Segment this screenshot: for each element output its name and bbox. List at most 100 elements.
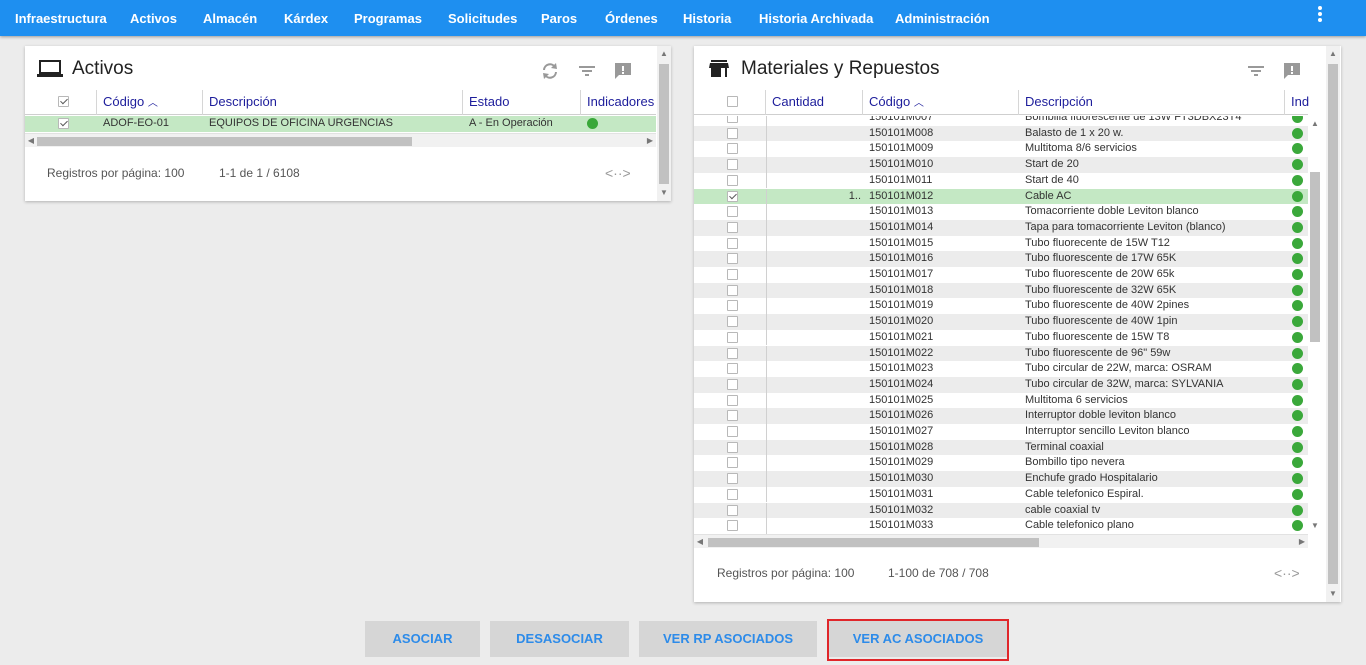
row-checkbox[interactable] [727, 394, 738, 406]
row-checkbox[interactable] [727, 410, 738, 422]
cell-cantidad[interactable] [766, 393, 863, 409]
cell-cantidad[interactable] [766, 330, 863, 346]
table-row[interactable]: 150101M009 Multitoma 8/6 servicios [694, 141, 1308, 158]
cell-cantidad[interactable] [766, 346, 863, 362]
cell-cantidad[interactable] [766, 503, 863, 519]
activos-horizontal-scrollbar[interactable]: ◀ ▶ [25, 133, 656, 147]
row-checkbox[interactable] [727, 520, 738, 532]
feedback-icon[interactable] [612, 60, 634, 82]
table-row[interactable]: 150101M022 Tubo fluorescente de 96" 59w [694, 345, 1308, 362]
row-checkbox[interactable] [727, 127, 738, 139]
cell-cantidad[interactable] [766, 204, 863, 220]
cell-cantidad[interactable] [766, 424, 863, 440]
cell-cantidad[interactable] [766, 141, 863, 157]
cell-cantidad[interactable] [766, 487, 863, 503]
filter-icon[interactable] [1245, 60, 1267, 82]
table-row[interactable]: 150101M017 Tubo fluorescente de 20W 65k [694, 267, 1308, 283]
table-row[interactable]: 150101M031 Cable telefonico Espiral. [694, 486, 1308, 503]
table-row[interactable]: 1.. 150101M012 Cable AC [694, 188, 1308, 205]
col-header-descripcion[interactable]: Descripción [203, 90, 463, 115]
cell-cantidad[interactable] [766, 116, 863, 126]
table-row[interactable]: 150101M019 Tubo fluorescente de 40W 2pine… [694, 298, 1308, 315]
materiales-vertical-scrollbar[interactable]: ▲ ▼ [1326, 46, 1340, 602]
nav-item-solicitudes[interactable]: Solicitudes [448, 0, 517, 36]
row-checkbox[interactable] [727, 159, 738, 171]
nav-item-programas[interactable]: Programas [354, 0, 422, 36]
row-checkbox[interactable] [727, 143, 738, 155]
cell-cantidad[interactable] [766, 377, 863, 393]
ver-rp-asociados-button[interactable]: VER RP ASOCIADOS [639, 621, 817, 657]
feedback-icon[interactable] [1281, 60, 1303, 82]
table-row[interactable]: 150101M018 Tubo fluorescente de 32W 65K [694, 282, 1308, 299]
table-row[interactable]: 150101M023 Tubo circular de 22W, marca: O… [694, 361, 1308, 377]
cell-cantidad[interactable] [766, 455, 863, 471]
nav-item-activos[interactable]: Activos [130, 0, 177, 36]
nav-item-infraestructura[interactable]: Infraestructura [15, 0, 107, 36]
row-checkbox[interactable] [727, 457, 738, 469]
table-row[interactable]: 150101M014 Tapa para tomacorriente Levito… [694, 219, 1308, 236]
cell-cantidad[interactable] [766, 236, 863, 252]
table-row[interactable]: 150101M007 Bombilla fluorescente de 13W F… [694, 116, 1308, 126]
activos-vertical-scrollbar[interactable]: ▲ ▼ [657, 46, 671, 201]
col-header-codigo[interactable]: Código ︿ [97, 90, 203, 115]
cell-cantidad[interactable] [766, 408, 863, 424]
nav-item-almacen[interactable]: Almacén [203, 0, 257, 36]
table-row[interactable]: 150101M011 Start de 40 [694, 172, 1308, 189]
table-row[interactable]: 150101M020 Tubo fluorescente de 40W 1pin [694, 314, 1308, 330]
cell-cantidad[interactable] [766, 471, 863, 487]
table-row[interactable]: 150101M026 Interruptor doble leviton blan… [694, 408, 1308, 424]
cell-cantidad[interactable] [766, 220, 863, 236]
expand-horizontal-icon[interactable]: <··> [605, 165, 631, 181]
cell-cantidad[interactable] [766, 314, 863, 330]
row-checkbox[interactable] [58, 118, 69, 129]
row-checkbox[interactable] [727, 363, 738, 375]
nav-item-historia[interactable]: Historia [683, 0, 731, 36]
materiales-horizontal-scrollbar[interactable]: ◀ ▶ [694, 534, 1308, 548]
cell-cantidad[interactable] [766, 298, 863, 314]
table-row[interactable]: 150101M021 Tubo fluorescente de 15W T8 [694, 329, 1308, 346]
cell-cantidad[interactable] [766, 267, 863, 283]
row-checkbox[interactable] [727, 237, 738, 249]
expand-horizontal-icon[interactable]: <··> [1274, 565, 1300, 581]
nav-item-ordenes[interactable]: Órdenes [605, 0, 658, 36]
col-header-descripcion[interactable]: Descripción [1019, 90, 1285, 115]
table-row[interactable]: 150101M016 Tubo fluorescente de 17W 65K [694, 251, 1308, 267]
select-all-checkbox[interactable] [58, 96, 69, 107]
table-row[interactable]: 150101M027 Interruptor sencillo Leviton b… [694, 424, 1308, 440]
row-checkbox[interactable] [727, 300, 738, 312]
cell-cantidad[interactable] [766, 126, 863, 142]
table-row[interactable]: ADOF-EO-01 EQUIPOS DE OFICINA URGENCIAS … [25, 116, 656, 132]
col-header-estado[interactable]: Estado [463, 90, 581, 115]
table-row[interactable]: 150101M028 Terminal coaxial [694, 439, 1308, 456]
table-row[interactable]: 150101M015 Tubo fluorecente de 15W T12 [694, 235, 1308, 252]
col-header-cantidad[interactable]: Cantidad [766, 90, 863, 115]
table-row[interactable]: 150101M024 Tubo circular de 32W, marca: S… [694, 376, 1308, 393]
cell-cantidad[interactable] [766, 440, 863, 456]
row-checkbox[interactable] [727, 504, 738, 516]
table-row[interactable]: 150101M013 Tomacorriente doble Leviton bl… [694, 204, 1308, 220]
row-checkbox[interactable] [727, 331, 738, 343]
nav-item-kardex[interactable]: Kárdex [284, 0, 328, 36]
filter-icon[interactable] [576, 60, 598, 82]
row-checkbox[interactable] [727, 206, 738, 218]
cell-cantidad[interactable] [766, 361, 863, 377]
select-all-checkbox[interactable] [727, 96, 738, 107]
row-checkbox[interactable] [727, 378, 738, 390]
table-row[interactable]: 150101M025 Multitoma 6 servicios [694, 392, 1308, 409]
row-checkbox[interactable] [727, 253, 738, 265]
row-checkbox[interactable] [727, 316, 738, 328]
asociar-button[interactable]: ASOCIAR [365, 621, 480, 657]
table-row[interactable]: 150101M032 cable coaxial tv [694, 502, 1308, 519]
cell-cantidad[interactable] [766, 518, 863, 534]
nav-item-historia-archivada[interactable]: Historia Archivada [759, 0, 873, 36]
materiales-inner-vertical-scrollbar[interactable]: ▲ ▼ [1308, 116, 1322, 534]
col-header-indicadores[interactable]: Ind [1285, 90, 1315, 115]
table-row[interactable]: 150101M029 Bombillo tipo nevera [694, 455, 1308, 472]
nav-item-paros[interactable]: Paros [541, 0, 577, 36]
table-row[interactable]: 150101M030 Enchufe grado Hospitalario [694, 471, 1308, 487]
row-checkbox[interactable] [727, 284, 738, 296]
nav-item-administracion[interactable]: Administración [895, 0, 990, 36]
table-row[interactable]: 150101M008 Balasto de 1 x 20 w. [694, 125, 1308, 142]
refresh-icon[interactable] [539, 60, 561, 82]
cell-cantidad[interactable] [766, 173, 863, 189]
